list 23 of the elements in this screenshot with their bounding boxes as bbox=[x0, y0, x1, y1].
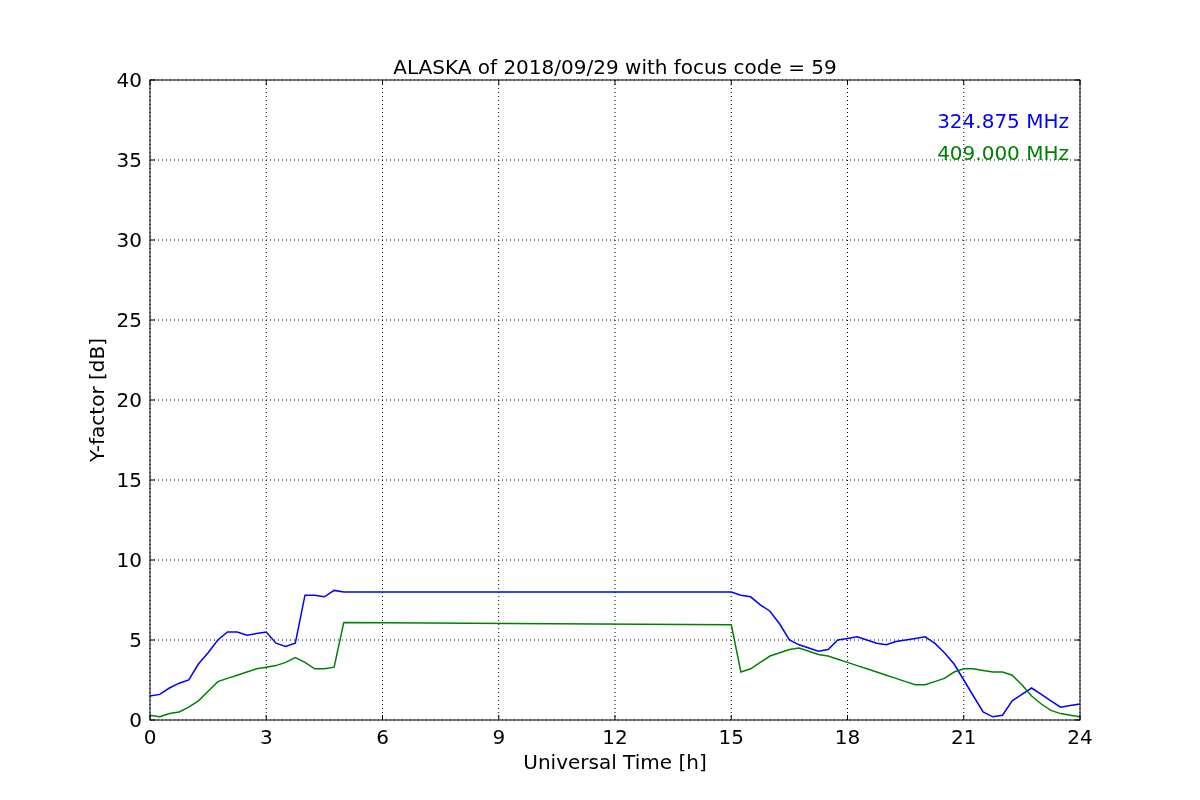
y-tick-label: 20 bbox=[116, 388, 142, 412]
x-tick-label: 24 bbox=[1067, 725, 1093, 749]
x-tick-label: 0 bbox=[143, 725, 157, 749]
y-tick-label: 25 bbox=[116, 308, 142, 332]
legend-label: 409.000 MHz bbox=[937, 141, 1069, 165]
x-axis-label: Universal Time [h] bbox=[523, 750, 707, 774]
x-tick-label: 18 bbox=[834, 725, 861, 749]
x-tick-label: 9 bbox=[492, 725, 506, 749]
y-tick-label: 30 bbox=[116, 228, 142, 252]
x-tick-label: 3 bbox=[259, 725, 273, 749]
chart-title: ALASKA of 2018/09/29 with focus code = 59 bbox=[393, 55, 837, 79]
x-tick-label: 6 bbox=[376, 725, 389, 749]
legend-label: 324.875 MHz bbox=[937, 109, 1069, 133]
x-tick-label: 21 bbox=[951, 725, 977, 749]
x-tick-label: 12 bbox=[602, 725, 628, 749]
y-tick-label: 15 bbox=[116, 468, 142, 492]
y-tick-label: 35 bbox=[116, 148, 142, 172]
y-tick-label: 0 bbox=[129, 708, 142, 732]
y-tick-label: 5 bbox=[129, 628, 142, 652]
x-tick-label: 15 bbox=[718, 725, 744, 749]
y-tick-label: 10 bbox=[116, 548, 142, 572]
y-axis-label: Y-factor [dB] bbox=[85, 338, 109, 462]
y-tick-label: 40 bbox=[116, 68, 142, 92]
